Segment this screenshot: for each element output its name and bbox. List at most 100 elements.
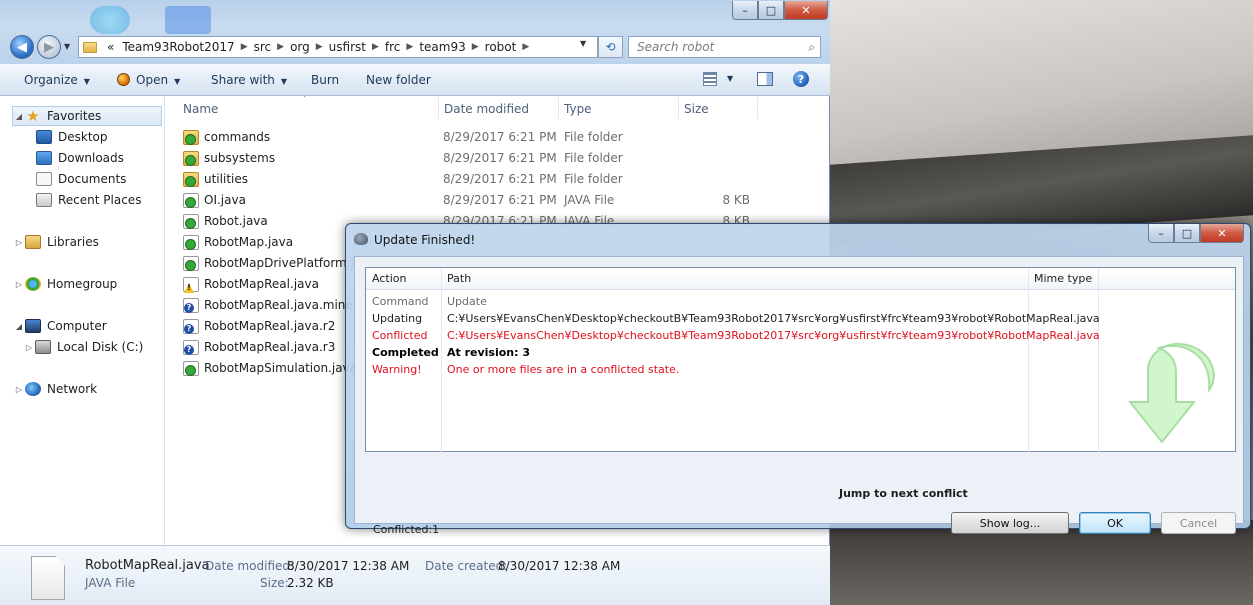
nav-item-recent-places[interactable]: Recent Places [36,190,141,210]
column-header-date[interactable]: Date modified [444,102,529,116]
nav-item-favorites[interactable]: ◢ ★ Favorites [12,106,162,126]
column-divider[interactable] [757,97,758,119]
close-button[interactable]: ✕ [1200,224,1244,243]
minimize-button[interactable]: – [1148,224,1174,243]
chevron-right-icon[interactable]: ▶ [314,42,325,52]
network-icon [25,382,41,396]
collapsed-triangle-icon[interactable]: ▷ [23,343,35,352]
result-row[interactable]: Command Update [366,293,1226,310]
details-date-modified: 8/30/2017 12:38 AM [287,559,410,573]
breadcrumb-item[interactable]: team93 [415,40,469,54]
column-header-mime-type[interactable]: Mime type [1034,272,1092,285]
breadcrumb-item[interactable]: src [250,40,276,54]
breadcrumb-item[interactable]: Team93Robot2017 [118,40,238,54]
arrow-right-icon: ▶ [44,39,54,55]
address-bar[interactable]: « Team93Robot2017 ▶ src ▶ org ▶ usfirst … [78,36,598,58]
result-row[interactable]: Conflicted C:¥Users¥EvansChen¥Desktop¥che… [366,327,1226,344]
result-row[interactable]: Updating C:¥Users¥EvansChen¥Desktop¥check… [366,310,1226,327]
column-header-name[interactable]: Name [183,102,218,116]
details-filetype: JAVA File [85,576,136,590]
nav-item-computer[interactable]: ◢ Computer [13,316,107,336]
chevron-right-icon[interactable]: ▶ [470,42,481,52]
show-log-button[interactable]: Show log... [951,512,1069,534]
update-results-list[interactable]: Action Path Mime type Command Update Updat… [365,267,1236,453]
chevron-right-icon[interactable]: ▶ [520,42,531,52]
nav-item-homegroup[interactable]: ▷ Homegroup [13,274,117,294]
cancel-button[interactable]: Cancel [1161,512,1236,534]
help-icon[interactable]: ? [793,71,809,87]
ok-button[interactable]: OK [1079,512,1151,534]
refresh-button[interactable]: ⟲ [598,36,623,58]
result-row[interactable]: Warning! One or more files are in a confl… [366,361,1226,378]
collapsed-triangle-icon[interactable]: ▷ [13,238,25,247]
column-header-size[interactable]: Size [684,102,709,116]
close-button[interactable]: ✕ [784,1,828,20]
preview-pane-icon[interactable] [757,72,773,86]
breadcrumb-item[interactable]: org [286,40,314,54]
chevron-down-icon: ▼ [174,77,181,86]
address-history-dropdown[interactable]: ▼ [580,39,586,48]
minimize-button[interactable]: – [732,1,758,20]
collapsed-triangle-icon[interactable]: ▷ [13,385,25,394]
file-synced-icon [183,193,199,208]
file-name: RobotMapSimulation.java [204,361,358,375]
refresh-icon: ⟲ [605,40,616,54]
burn-button[interactable]: Burn [311,73,339,87]
file-name: OI.java [204,193,246,207]
chevron-right-icon[interactable]: ▶ [370,42,381,52]
collapsed-triangle-icon[interactable]: ▷ [13,280,25,289]
breadcrumb-item[interactable]: usfirst [325,40,370,54]
column-header-path[interactable]: Path [447,272,471,285]
file-row[interactable]: subsystems 8/29/2017 6:21 PM File folder [165,148,828,169]
result-path: Update [447,295,487,308]
nav-item-downloads[interactable]: Downloads [36,148,124,168]
forward-button[interactable]: ▶ [37,35,61,59]
nav-item-local-disk[interactable]: ▷ Local Disk (C:) [23,337,143,357]
chevron-right-icon[interactable]: ▶ [404,42,415,52]
views-icon[interactable] [703,72,717,86]
chevron-down-icon: ▼ [280,77,288,86]
result-row[interactable]: Completed At revision: 3 [366,344,1226,361]
nav-item-network[interactable]: ▷ Network [13,379,97,399]
column-divider[interactable] [438,97,439,119]
new-folder-button[interactable]: New folder [366,73,431,87]
file-row[interactable]: commands 8/29/2017 6:21 PM File folder [165,127,828,148]
file-row[interactable]: OI.java 8/29/2017 6:21 PM JAVA File 8 KB [165,190,828,211]
nav-item-documents[interactable]: Documents [36,169,126,189]
file-row[interactable]: utilities 8/29/2017 6:21 PM File folder [165,169,828,190]
breadcrumb-item[interactable]: robot [481,40,521,54]
share-with-button[interactable]: Share with ▼ [211,73,287,87]
search-input[interactable]: Search robot ⌕ [628,36,821,58]
nav-item-libraries[interactable]: ▷ Libraries [13,232,99,252]
organize-button[interactable]: Organize ▼ [24,73,90,87]
file-unversioned-icon [183,340,199,355]
nav-item-desktop[interactable]: Desktop [36,127,108,147]
search-icon[interactable]: ⌕ [808,40,815,55]
details-size-label: Size: [260,576,289,590]
column-divider[interactable] [678,97,679,119]
chevron-right-icon[interactable]: ▶ [275,42,286,52]
chevron-down-icon[interactable]: ▼ [727,74,733,83]
file-date: 8/29/2017 6:21 PM [443,130,557,144]
expanded-triangle-icon[interactable]: ◢ [13,322,25,331]
hard-drive-icon [35,340,51,354]
column-divider[interactable] [558,97,559,119]
jump-to-next-conflict-link[interactable]: Jump to next conflict [839,487,968,500]
recent-pages-dropdown[interactable]: ▼ [64,42,70,51]
downloads-icon [36,151,52,165]
file-synced-icon [183,256,199,271]
file-conflict-icon [183,277,199,292]
maximize-button[interactable]: □ [1174,224,1200,243]
address-overflow[interactable]: « [103,40,118,54]
column-header-type[interactable]: Type [564,102,592,116]
breadcrumb-item[interactable]: frc [381,40,405,54]
maximize-button[interactable]: □ [758,1,784,20]
open-button[interactable]: Open ▼ [117,73,180,87]
back-button[interactable]: ◀ [10,35,34,59]
chevron-right-icon[interactable]: ▶ [239,42,250,52]
desktop-icon [36,130,52,144]
expanded-triangle-icon[interactable]: ◢ [13,112,25,121]
column-header-action[interactable]: Action [372,272,406,285]
organize-label: Organize [24,73,78,87]
nav-label: Recent Places [58,193,142,207]
